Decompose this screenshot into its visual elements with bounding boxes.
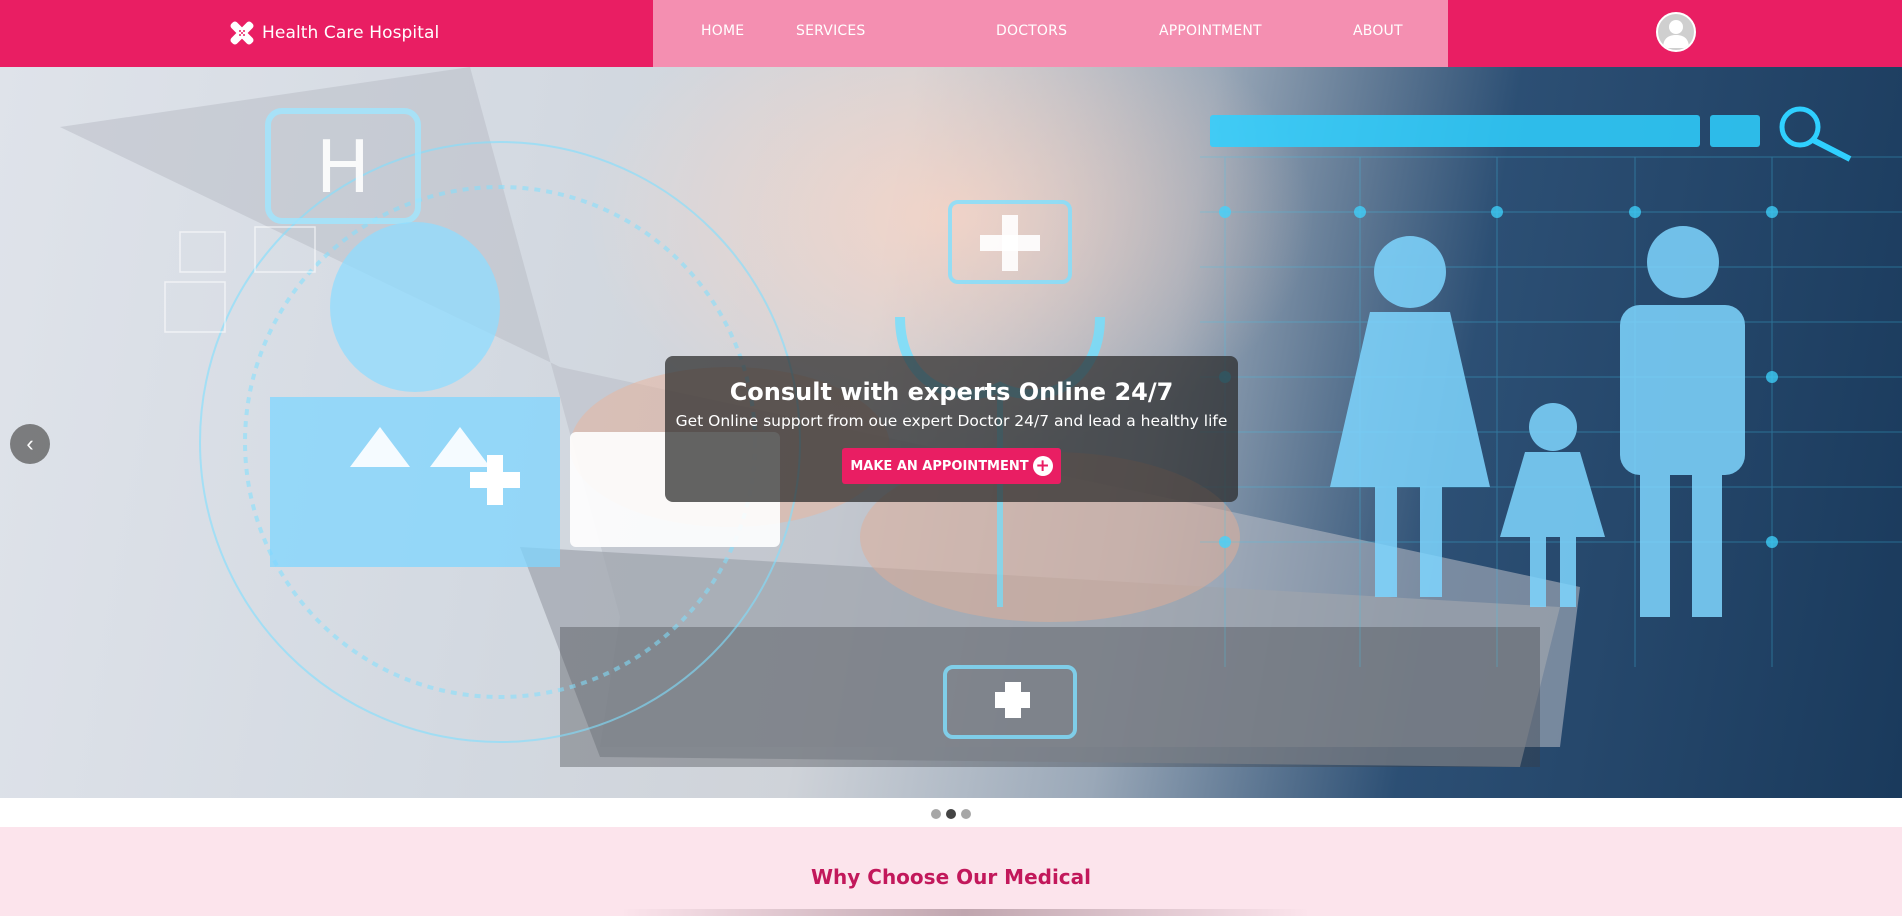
why-choose-text-cutoff	[620, 909, 1310, 916]
carousel-prev-button[interactable]: ‹	[10, 424, 50, 464]
hero-subtitle: Get Online support from oue expert Docto…	[675, 412, 1228, 430]
nav-link-doctors[interactable]: DOCTORS	[996, 23, 1067, 39]
brand-link[interactable]: Health Care Hospital	[226, 16, 439, 50]
nav-link-services[interactable]: SERVICES	[796, 23, 866, 39]
brand-name: Health Care Hospital	[262, 23, 440, 43]
user-icon	[1663, 20, 1689, 48]
main-nav-menu: HOME SERVICES DOCTORS APPOINTMENT ABOUT	[653, 0, 1448, 67]
top-navbar: Health Care Hospital HOME SERVICES DOCTO…	[0, 0, 1902, 67]
why-choose-title: Why Choose Our Medical	[810, 865, 1092, 889]
nav-link-appointment[interactable]: APPOINTMENT	[1159, 23, 1262, 39]
svg-text:H: H	[316, 125, 370, 209]
hero-title: Consult with experts Online 24/7	[729, 378, 1174, 406]
why-choose-section: Why Choose Our Medical	[0, 827, 1902, 916]
hero-carousel: H ‹ Consult with experts Online 24/7 Get…	[0, 67, 1902, 798]
user-avatar-button[interactable]	[1656, 12, 1696, 52]
nav-link-about[interactable]: ABOUT	[1353, 23, 1403, 39]
make-appointment-label: MAKE AN APPOINTMENT	[850, 458, 1029, 474]
carousel-indicators	[0, 798, 1902, 827]
carousel-indicator-1[interactable]	[931, 809, 941, 819]
nav-link-home[interactable]: HOME	[701, 23, 744, 39]
medical-cross-logo-icon	[230, 21, 254, 45]
carousel-indicator-2[interactable]	[946, 809, 956, 819]
plus-circle-icon: +	[1032, 456, 1053, 476]
make-appointment-button[interactable]: MAKE AN APPOINTMENT +	[842, 448, 1061, 484]
carousel-indicator-3[interactable]	[961, 809, 971, 819]
hero-caption-panel: Consult with experts Online 24/7 Get Onl…	[665, 356, 1238, 502]
chevron-left-icon: ‹	[26, 431, 34, 456]
